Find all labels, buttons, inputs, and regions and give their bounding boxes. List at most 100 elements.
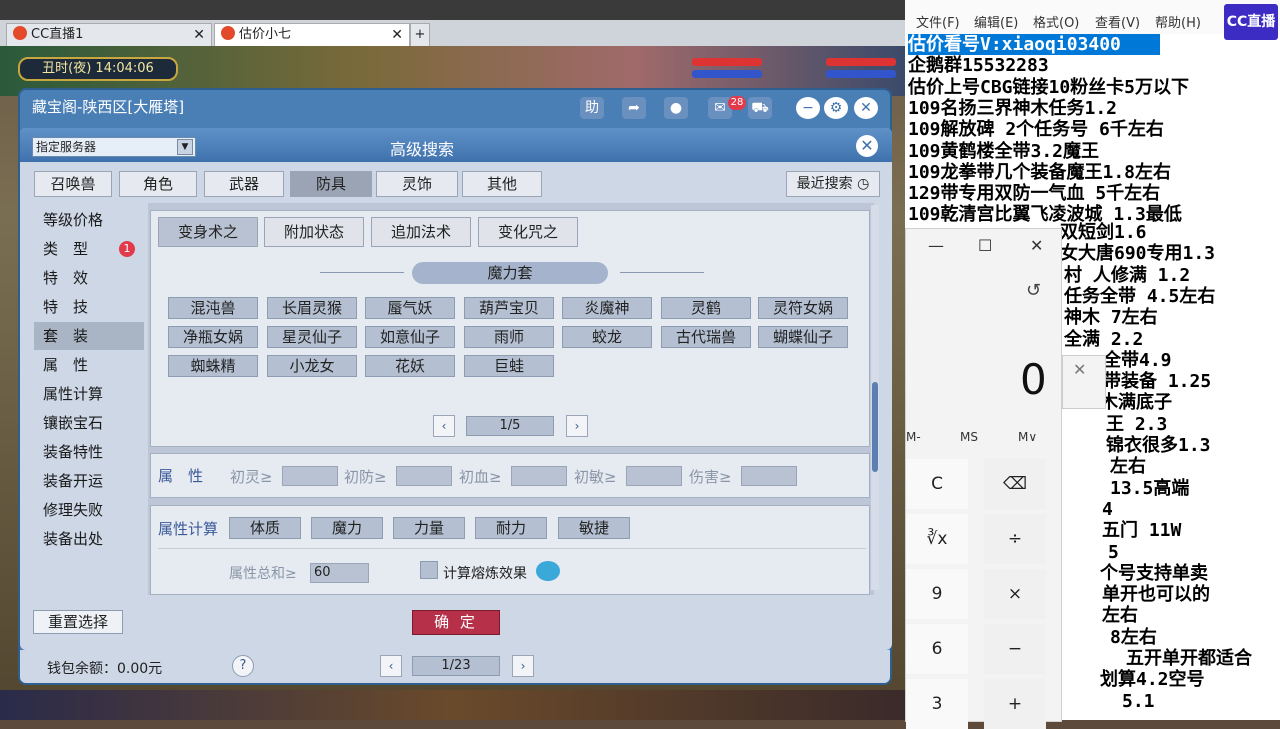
category-weapon[interactable]: 武器 <box>204 171 284 197</box>
close-icon[interactable]: ✕ <box>1030 236 1043 255</box>
tab-cc-live[interactable]: CC直播1 ✕ <box>6 23 212 46</box>
side-item-repair[interactable]: 修理失败 <box>34 496 144 524</box>
calc-key[interactable]: C <box>906 459 968 509</box>
set-tab-status[interactable]: 附加状态 <box>264 217 364 247</box>
filter-input[interactable] <box>741 466 797 486</box>
menu-file[interactable]: 文件(F) <box>916 12 960 31</box>
set-item[interactable]: 雨师 <box>464 326 554 348</box>
scrollbar-thumb[interactable] <box>872 382 878 472</box>
help-icon[interactable]: ? <box>232 655 254 677</box>
history-icon[interactable]: ↺ <box>1026 280 1041 301</box>
calc-key[interactable]: × <box>984 569 1046 619</box>
melt-checkbox[interactable] <box>420 561 438 579</box>
next-page-icon[interactable]: › <box>512 655 534 677</box>
set-item[interactable]: 小龙女 <box>267 355 357 377</box>
category-ornament[interactable]: 灵饰 <box>376 171 458 197</box>
set-item[interactable]: 长眉灵猴 <box>267 297 357 319</box>
maximize-icon[interactable]: ☐ <box>978 236 992 255</box>
set-item[interactable]: 蛟龙 <box>562 326 652 348</box>
set-item[interactable]: 花妖 <box>365 355 455 377</box>
close-window-icon[interactable]: ✕ <box>854 97 878 119</box>
menu-edit[interactable]: 编辑(E) <box>974 12 1018 31</box>
set-item[interactable]: 净瓶女娲 <box>168 326 258 348</box>
help-button[interactable]: 助 <box>580 97 604 119</box>
calc-key[interactable]: ÷ <box>984 514 1046 564</box>
set-item[interactable]: 混沌兽 <box>168 297 258 319</box>
calc-key[interactable]: ⌫ <box>984 459 1046 509</box>
calc-key[interactable]: 6 <box>906 624 968 674</box>
side-item-attr-calc[interactable]: 属性计算 <box>34 380 144 408</box>
category-other[interactable]: 其他 <box>462 171 542 197</box>
calc-key[interactable]: ∛x <box>906 514 968 564</box>
tab-appraise[interactable]: 估价小七 ✕ <box>214 23 410 46</box>
set-item[interactable]: 星灵仙子 <box>267 326 357 348</box>
close-search-icon[interactable]: ✕ <box>856 135 878 157</box>
filter-input[interactable] <box>511 466 567 486</box>
set-item[interactable]: 巨蛙 <box>464 355 554 377</box>
notepad-line: 4 <box>1102 498 1113 520</box>
sum-input[interactable]: 60 <box>310 563 369 583</box>
category-pet[interactable]: 召唤兽 <box>34 171 112 197</box>
set-item[interactable]: 葫芦宝贝 <box>464 297 554 319</box>
cart-icon[interactable]: ⛟ <box>748 97 772 119</box>
set-tab-curse[interactable]: 变化咒之 <box>478 217 578 247</box>
set-tab-transform[interactable]: 变身术之 <box>158 217 258 247</box>
minimize-icon[interactable]: — <box>928 236 944 255</box>
side-item-set[interactable]: 套 装 <box>34 322 144 350</box>
memory-store[interactable]: MS <box>960 430 978 444</box>
category-armor[interactable]: 防具 <box>290 171 372 197</box>
minimize-icon[interactable]: − <box>796 97 820 119</box>
set-item[interactable]: 灵鹤 <box>661 297 751 319</box>
attr-magic[interactable]: 魔力 <box>311 517 383 539</box>
calc-key[interactable]: 3 <box>906 679 968 729</box>
new-tab-button[interactable]: + <box>410 23 430 46</box>
recent-search-button[interactable]: 最近搜索 ◷ <box>786 171 880 197</box>
attr-strength[interactable]: 力量 <box>393 517 465 539</box>
category-role[interactable]: 角色 <box>119 171 197 197</box>
record-icon[interactable]: ● <box>664 97 688 119</box>
calc-key[interactable]: − <box>984 624 1046 674</box>
set-item[interactable]: 蜘蛛精 <box>168 355 258 377</box>
side-item-gem[interactable]: 镶嵌宝石 <box>34 409 144 437</box>
set-item[interactable]: 蝴蝶仙子 <box>758 326 848 348</box>
calc-key[interactable]: 9 <box>906 569 968 619</box>
menu-view[interactable]: 查看(V) <box>1095 12 1140 31</box>
side-item-level-price[interactable]: 等级价格 <box>34 206 144 234</box>
next-page-icon[interactable]: › <box>566 415 588 437</box>
share-icon[interactable]: ➦ <box>622 97 646 119</box>
server-select[interactable]: 指定服务器 ▼ <box>32 137 196 157</box>
filter-input[interactable] <box>626 466 682 486</box>
set-item[interactable]: 如意仙子 <box>365 326 455 348</box>
prev-page-icon[interactable]: ‹ <box>433 415 455 437</box>
memory-minus[interactable]: M- <box>906 430 921 444</box>
side-item-effect[interactable]: 特 效 <box>34 264 144 292</box>
side-item-source[interactable]: 装备出处 <box>34 525 144 553</box>
menu-format[interactable]: 格式(O) <box>1033 12 1079 31</box>
side-item-feature[interactable]: 装备特性 <box>34 438 144 466</box>
set-item[interactable]: 古代瑞兽 <box>661 326 751 348</box>
attr-agility[interactable]: 敏捷 <box>558 517 630 539</box>
calc-key[interactable]: + <box>984 679 1046 729</box>
notepad-line: 村 人修满 1.2 <box>1064 264 1191 286</box>
close-icon[interactable]: ✕ <box>193 24 205 46</box>
settings-icon[interactable]: ⚙ <box>824 97 848 119</box>
set-item[interactable]: 蜃气妖 <box>365 297 455 319</box>
filter-input[interactable] <box>396 466 452 486</box>
close-icon[interactable]: ✕ <box>391 24 403 46</box>
menu-help[interactable]: 帮助(H) <box>1155 12 1201 31</box>
set-tab-spell[interactable]: 追加法术 <box>371 217 471 247</box>
attr-endurance[interactable]: 耐力 <box>475 517 547 539</box>
reset-button[interactable]: 重置选择 <box>33 610 123 634</box>
set-item[interactable]: 灵符女娲 <box>758 297 848 319</box>
memory-view[interactable]: M∨ <box>1018 430 1037 444</box>
confirm-button[interactable]: 确 定 <box>412 610 500 635</box>
prev-page-icon[interactable]: ‹ <box>380 655 402 677</box>
close-icon[interactable]: ✕ <box>1073 360 1086 379</box>
attr-constitution[interactable]: 体质 <box>229 517 301 539</box>
set-item[interactable]: 炎魔神 <box>562 297 652 319</box>
side-item-fortune[interactable]: 装备开运 <box>34 467 144 495</box>
filter-input[interactable] <box>282 466 338 486</box>
side-item-skill[interactable]: 特 技 <box>34 293 144 321</box>
divider <box>320 272 404 273</box>
side-item-attribute[interactable]: 属 性 <box>34 351 144 379</box>
